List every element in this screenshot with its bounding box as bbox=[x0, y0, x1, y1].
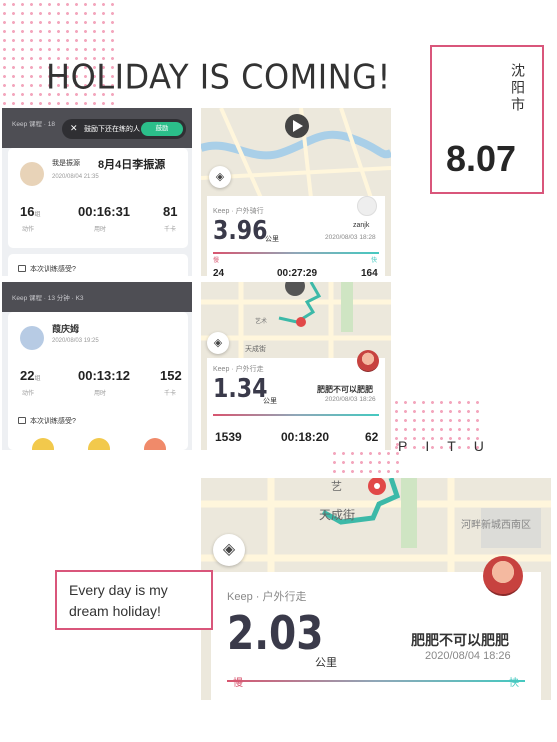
stat-calories: 81 bbox=[163, 204, 178, 219]
encourage-popup: ✕ 鼓励下还在练的人 鼓励 bbox=[62, 119, 186, 139]
username: zanjk bbox=[353, 222, 370, 229]
map-label: 艺术 bbox=[255, 319, 268, 325]
stat-time: 00:18:20 bbox=[281, 430, 330, 444]
stat-sets: 16组 bbox=[20, 204, 41, 219]
username: 肥肥不可以肥肥 bbox=[411, 632, 509, 648]
headline: HOLIDAY IS COMING! bbox=[46, 57, 391, 97]
pace-gradient bbox=[213, 414, 379, 416]
stat-label: 动作 bbox=[22, 391, 35, 397]
stat-steps: 1539 bbox=[215, 430, 242, 444]
stat-label: 千卡 bbox=[164, 391, 177, 397]
layers-icon[interactable]: ◈ bbox=[209, 166, 231, 188]
course-header: Keep 课程 · 13 分钟 · K3 bbox=[2, 282, 192, 312]
feedback-card[interactable]: 本次训练感受? bbox=[8, 406, 188, 450]
username: 我是振源 bbox=[52, 160, 80, 167]
stat-time: 00:16:31 bbox=[78, 204, 131, 219]
cycling-card: Keep · 户外骑行 3.96 公里 zanjk 2020/08/03 18:… bbox=[207, 196, 385, 276]
workout-screenshot-2: Keep 课程 · 13 分钟 · K3 葭庆姆 2020/08/03 19:2… bbox=[2, 282, 192, 450]
workout-title: 8月4日李振源 bbox=[98, 159, 166, 171]
layers-icon[interactable]: ◈ bbox=[207, 332, 229, 354]
course-header: Keep 课程 · 18 ✕ 鼓励下还在练的人 鼓励 bbox=[2, 108, 192, 148]
stat-label: 用时 bbox=[94, 227, 107, 233]
pace-gradient bbox=[227, 680, 525, 682]
quote-box: Every day is my dream holiday! bbox=[55, 570, 213, 630]
slow-label: 慢 bbox=[233, 678, 243, 689]
feedback-label: 本次训练感受? bbox=[30, 266, 76, 273]
walking-map-screenshot-2: 艺 天成街 河畔新城西南区 ◈ Keep · 户外行走 2.03 公里 肥肥不可… bbox=[201, 478, 551, 700]
workout-date: 2020/08/03 19:25 bbox=[52, 338, 99, 344]
feedback-prompt: 本次训练感受? bbox=[18, 416, 76, 426]
feedback-prompt: 本次训练感受? bbox=[18, 264, 76, 274]
emoji-face-icon[interactable] bbox=[32, 438, 54, 450]
map-label: 天成街 bbox=[319, 508, 356, 522]
activity-type: Keep · 户外行走 bbox=[227, 591, 307, 603]
map-label: 艺 bbox=[331, 481, 342, 493]
activity-type: Keep · 户外行走 bbox=[213, 366, 264, 373]
close-icon[interactable]: ✕ bbox=[70, 123, 78, 134]
map-label: 河畔新城西南区 bbox=[461, 520, 531, 531]
fast-label: 快 bbox=[509, 678, 519, 689]
avatar bbox=[357, 350, 379, 372]
course-info: Keep 课程 · 18 bbox=[12, 121, 55, 128]
layers-icon[interactable]: ◈ bbox=[213, 534, 245, 566]
activity-type: Keep · 户外骑行 bbox=[213, 208, 264, 215]
stat-calories: 62 bbox=[365, 430, 379, 444]
route-map bbox=[201, 108, 391, 198]
stat-calories: 152 bbox=[160, 368, 182, 383]
distance: 3.96 bbox=[213, 216, 268, 246]
username: 肥肥不可以肥肥 bbox=[317, 385, 373, 394]
stat-label: 用时 bbox=[94, 391, 107, 397]
slow-label: 慢 bbox=[213, 258, 220, 264]
workout-summary-card: 我是振源 2020/08/04 21:35 8月4日李振源 16组 00:16:… bbox=[8, 148, 188, 248]
walking-map-screenshot-1: 艺术 天成街 ◈ Keep · 户外行走 1.34 公里 肥肥不可以肥肥 202… bbox=[201, 282, 391, 450]
city-date-box: 沈阳市 8.07 bbox=[430, 45, 544, 194]
emoji-face-icon[interactable] bbox=[88, 438, 110, 450]
distance: 1.34 bbox=[213, 374, 268, 404]
avatar bbox=[483, 556, 523, 596]
course-info: Keep 课程 · 13 分钟 · K3 bbox=[12, 295, 84, 302]
cycling-map-screenshot: ◈ Keep · 户外骑行 3.96 公里 zanjk 2020/08/03 1… bbox=[201, 108, 391, 276]
stat-label: 千卡 bbox=[164, 227, 177, 233]
avatar bbox=[20, 162, 44, 186]
popup-text: 鼓励下还在练的人 bbox=[84, 126, 140, 133]
comment-icon bbox=[18, 265, 26, 272]
username: 葭庆姆 bbox=[52, 324, 80, 334]
stat-steps: 24 bbox=[213, 268, 225, 276]
distance: 2.03 bbox=[227, 606, 324, 660]
stat-time: 00:13:12 bbox=[78, 368, 131, 383]
distance-unit: 公里 bbox=[315, 657, 337, 669]
walking-card: Keep · 户外行走 1.34 公里 肥肥不可以肥肥 2020/08/03 1… bbox=[207, 350, 385, 450]
walking-card: Keep · 户外行走 2.03 公里 肥肥不可以肥肥 2020/08/04 1… bbox=[211, 556, 541, 700]
activity-date: 2020/08/04 18:26 bbox=[425, 650, 511, 662]
fast-label: 快 bbox=[371, 258, 378, 264]
stat-label: 动作 bbox=[22, 227, 35, 233]
city-date: 8.07 bbox=[446, 138, 517, 179]
workout-date: 2020/08/04 21:35 bbox=[52, 174, 99, 180]
encourage-button[interactable]: 鼓励 bbox=[141, 122, 183, 136]
activity-date: 2020/08/03 18:26 bbox=[325, 396, 376, 403]
activity-date: 2020/08/03 18:28 bbox=[325, 234, 376, 241]
distance-unit: 公里 bbox=[265, 236, 279, 243]
distance-unit: 公里 bbox=[263, 398, 277, 405]
pace-gradient bbox=[213, 252, 379, 254]
quote-text: Every day is my dream holiday! bbox=[69, 582, 168, 619]
comment-icon bbox=[18, 417, 26, 424]
brand-watermark: PITU bbox=[398, 438, 502, 454]
feedback-label: 本次训练感受? bbox=[30, 418, 76, 425]
stat-sets: 22组 bbox=[20, 368, 41, 383]
city-name: 沈阳市 bbox=[510, 63, 526, 114]
stat-time: 00:27:29 bbox=[277, 268, 318, 276]
avatar bbox=[357, 196, 377, 216]
workout-screenshot-1: Keep 课程 · 18 ✕ 鼓励下还在练的人 鼓励 我是振源 2020/08/… bbox=[2, 108, 192, 276]
stat-calories: 164 bbox=[361, 268, 378, 276]
emoji-face-icon[interactable] bbox=[144, 438, 166, 450]
map-label: 天成街 bbox=[245, 346, 266, 353]
avatar bbox=[20, 326, 44, 350]
feedback-card[interactable]: 本次训练感受? bbox=[8, 254, 188, 276]
